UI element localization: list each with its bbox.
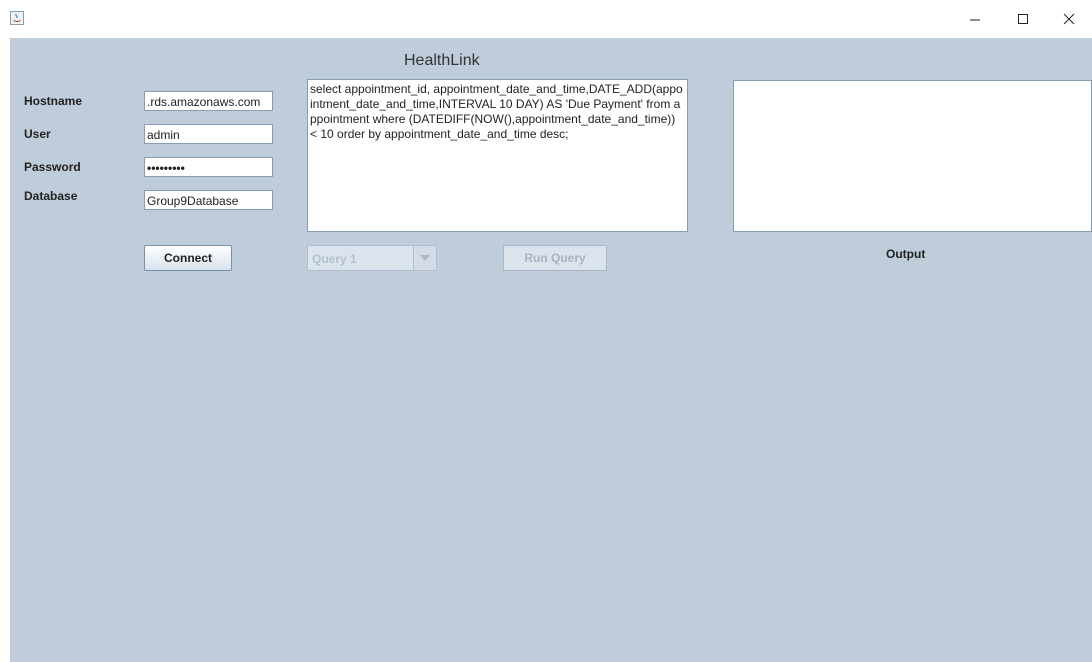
hostname-field[interactable]: .rds.amazonaws.com (144, 91, 273, 111)
password-label: Password (24, 160, 81, 174)
database-label: Database (24, 189, 78, 203)
run-query-button[interactable]: Run Query (503, 245, 607, 271)
minimize-icon[interactable] (952, 0, 998, 38)
user-field[interactable]: admin (144, 124, 273, 144)
close-icon[interactable] (1046, 0, 1092, 38)
output-textarea[interactable] (733, 80, 1092, 232)
user-label: User (24, 127, 51, 141)
output-label: Output (886, 247, 926, 261)
password-field[interactable]: ••••••••• (144, 157, 273, 177)
query-selector-value: Query 1 (312, 252, 357, 266)
query-selector[interactable]: Query 1 (307, 245, 437, 271)
window-titlebar (0, 0, 1092, 38)
query-textarea[interactable]: select appointment_id, appointment_date_… (307, 79, 688, 232)
java-app-icon (10, 11, 24, 25)
database-field[interactable]: Group9Database (144, 190, 273, 210)
main-panel: HealthLink Hostname .rds.amazonaws.com U… (10, 38, 1092, 662)
chevron-down-icon[interactable] (413, 246, 436, 270)
connect-button[interactable]: Connect (144, 245, 232, 271)
app-title: HealthLink (404, 52, 480, 69)
maximize-icon[interactable] (1000, 0, 1046, 38)
hostname-label: Hostname (24, 94, 83, 108)
